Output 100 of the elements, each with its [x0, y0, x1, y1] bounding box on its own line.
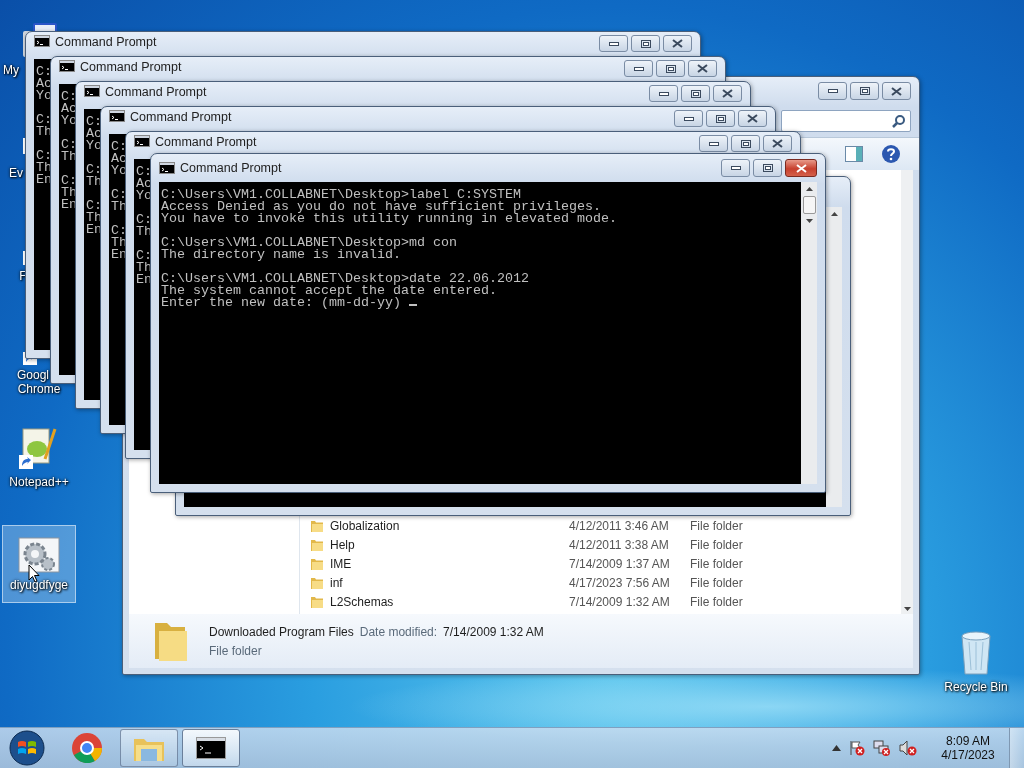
- maximize-icon: [859, 87, 870, 95]
- maximize-button[interactable]: [656, 60, 685, 77]
- window-title: Command Prompt: [130, 110, 233, 124]
- minimize-icon: [708, 141, 719, 146]
- scrollbar[interactable]: [901, 170, 913, 614]
- console-line: Ac: [86, 128, 102, 140]
- minimize-icon: [730, 166, 741, 170]
- console-line: C:: [111, 141, 127, 153]
- console-line: C:: [61, 91, 77, 103]
- file-type: File folder: [690, 518, 743, 533]
- icon-label[interactable]: Ev: [9, 166, 23, 180]
- date-value: 7/14/2009 1:32 AM: [443, 624, 544, 639]
- console-line: C:: [111, 225, 127, 237]
- maximize-button[interactable]: [731, 135, 760, 152]
- minimize-icon: [827, 89, 838, 93]
- close-icon: [891, 86, 902, 96]
- minimize-button[interactable]: [599, 35, 628, 52]
- console-line: C:: [136, 166, 152, 178]
- folder-icon: [310, 518, 324, 533]
- item-type: File folder: [209, 643, 263, 658]
- close-icon: [722, 89, 733, 98]
- console-icon: [84, 85, 100, 97]
- minimize-button[interactable]: [721, 159, 750, 177]
- scrollbar[interactable]: [826, 207, 842, 507]
- file-row[interactable]: Globalization 4/12/2011 3:46 AM File folder: [310, 516, 901, 535]
- console-line: Ac: [111, 153, 127, 165]
- window-title: Command Prompt: [105, 85, 208, 99]
- window-title: Command Prompt: [180, 161, 283, 175]
- icon-label[interactable]: Chrome: [17, 382, 61, 396]
- console-line: The system cannot accept the date entered.: [161, 285, 497, 297]
- minimize-icon: [608, 41, 619, 46]
- minimize-button[interactable]: [674, 110, 703, 127]
- maximize-icon: [690, 89, 701, 98]
- file-row[interactable]: L2Schemas 7/14/2009 1:32 AM File folder: [310, 592, 901, 611]
- console-line: C:: [86, 116, 102, 128]
- file-name: inf: [330, 575, 344, 590]
- file-date: 4/12/2011 3:38 AM: [569, 537, 670, 552]
- icon-label[interactable]: My: [3, 63, 19, 77]
- close-button[interactable]: [688, 60, 717, 77]
- console-line: Ac: [36, 78, 52, 90]
- flag-icon[interactable]: [849, 740, 865, 756]
- close-button[interactable]: [763, 135, 792, 152]
- window-title: Command Prompt: [55, 35, 158, 49]
- close-icon: [697, 64, 708, 73]
- maximize-icon: [715, 114, 726, 123]
- file-date: 4/17/2023 7:56 AM: [569, 575, 671, 590]
- scroll-thumb[interactable]: [802, 196, 816, 214]
- close-button[interactable]: [713, 85, 742, 102]
- console-icon: [196, 737, 226, 759]
- search-field[interactable]: [781, 110, 911, 132]
- close-button[interactable]: [785, 159, 817, 177]
- file-type: File folder: [690, 575, 743, 590]
- maximize-button[interactable]: [753, 159, 782, 177]
- maximize-button[interactable]: [631, 35, 660, 52]
- speaker-icon[interactable]: [899, 740, 917, 756]
- console-icon: [159, 162, 175, 174]
- minimize-button[interactable]: [818, 82, 847, 100]
- maximize-button[interactable]: [850, 82, 879, 100]
- icon-label[interactable]: Notepad++: [9, 475, 69, 489]
- help-icon[interactable]: [881, 144, 901, 164]
- minimize-button[interactable]: [699, 135, 728, 152]
- minimize-icon: [633, 66, 644, 71]
- scroll-down-icon: [805, 219, 813, 223]
- close-button[interactable]: [882, 82, 911, 100]
- maximize-button[interactable]: [681, 85, 710, 102]
- gear-icon: [17, 536, 61, 576]
- console-icon: [59, 60, 75, 72]
- console-line: C:\Users\VM1.COLLABNET\Desktop>label C:SYSTEM: [161, 189, 521, 201]
- scroll-down-icon: [903, 607, 911, 611]
- taskbar-button[interactable]: [182, 729, 240, 767]
- file-name: Globalization: [330, 518, 401, 533]
- console-line: C:: [61, 175, 77, 187]
- console-icon: [34, 35, 50, 47]
- maximize-button[interactable]: [706, 110, 735, 127]
- close-button[interactable]: [738, 110, 767, 127]
- minimize-icon: [658, 91, 669, 96]
- clock[interactable]: 8:09 AM 4/17/2023: [935, 734, 1001, 762]
- file-row[interactable]: Help 4/12/2011 3:38 AM File folder: [310, 535, 901, 554]
- show-hidden-icons-icon[interactable]: [832, 745, 841, 751]
- minimize-button[interactable]: [649, 85, 678, 102]
- console-line: C:: [86, 164, 102, 176]
- scrollbar[interactable]: [801, 182, 817, 484]
- file-date: 7/14/2009 1:37 AM: [569, 556, 671, 571]
- close-button[interactable]: [663, 35, 692, 52]
- start-orb-icon: [9, 730, 45, 766]
- console-line: C:: [36, 66, 52, 78]
- minimize-icon: [683, 116, 694, 121]
- window-title: Command Prompt: [155, 135, 258, 149]
- preview-pane-icon[interactable]: [845, 146, 863, 162]
- file-row[interactable]: IME 7/14/2009 1:37 AM File folder: [310, 554, 901, 573]
- icon-label[interactable]: Googl: [17, 368, 49, 382]
- network-icon[interactable]: [873, 740, 891, 756]
- maximize-icon: [740, 139, 751, 148]
- console-line: C:: [36, 150, 52, 162]
- close-icon: [772, 139, 783, 148]
- file-row[interactable]: inf 4/17/2023 7:56 AM File folder: [310, 573, 901, 592]
- date-label: Date modified:: [359, 624, 438, 639]
- folder-icon: [310, 556, 324, 571]
- minimize-button[interactable]: [624, 60, 653, 77]
- console-line: Ac: [136, 178, 152, 190]
